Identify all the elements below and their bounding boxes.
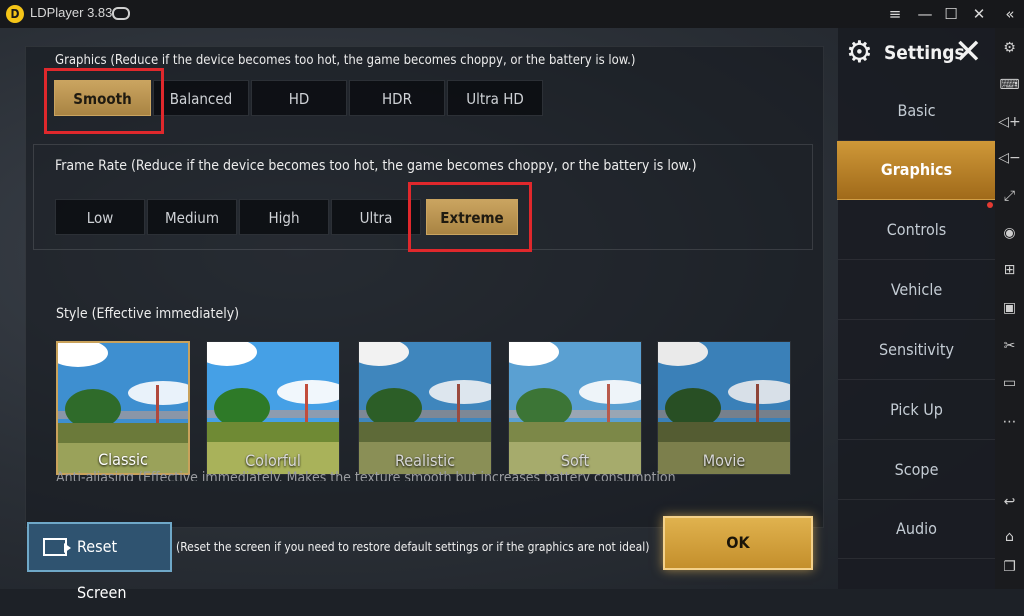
settings-sidebar: ⚙ Settings ✕ Basic Graphics Controls Veh… bbox=[837, 28, 996, 589]
reset-screen-button[interactable]: Reset Screen bbox=[27, 522, 172, 602]
graphics-option-ultra-hd[interactable]: Ultra HD bbox=[447, 80, 543, 116]
more-icon[interactable]: ⋯ bbox=[995, 410, 1024, 434]
ok-button[interactable]: OK bbox=[663, 516, 813, 570]
anti-aliasing-label: Anti-aliasing (Effective immediately. Ma… bbox=[56, 470, 676, 481]
video-icon[interactable]: ▭ bbox=[995, 371, 1024, 395]
sidebar-item-audio[interactable]: Audio bbox=[838, 500, 995, 559]
maximize-button[interactable]: ☐ bbox=[941, 4, 961, 24]
sidebar-item-graphics[interactable]: Graphics bbox=[837, 141, 996, 200]
home-icon[interactable]: ⌂ bbox=[995, 525, 1024, 549]
reset-screen-icon bbox=[43, 538, 71, 556]
close-button[interactable]: ✕ bbox=[969, 4, 989, 24]
frame-rate-option-low[interactable]: Low bbox=[55, 199, 145, 235]
minimize-button[interactable]: — bbox=[915, 4, 935, 24]
title-bar: D LDPlayer 3.83 ≡ — ☐ ✕ « bbox=[0, 0, 1024, 28]
graphics-option-hdr[interactable]: HDR bbox=[349, 80, 445, 116]
gamepad-icon[interactable] bbox=[112, 7, 130, 20]
frame-rate-option-medium[interactable]: Medium bbox=[147, 199, 237, 235]
close-settings-icon[interactable]: ✕ bbox=[954, 34, 983, 70]
volume-up-icon[interactable]: ◁+ bbox=[995, 110, 1024, 134]
highlight-box-frame-rate bbox=[408, 182, 532, 252]
emulator-toolbar: ⚙ ⌨ ◁+ ◁− ⤢ ◉ ⊞ ▣ ✂ ▭ ⋯ ↩ ⌂ ❐ bbox=[995, 28, 1024, 589]
apk-icon[interactable]: ▣ bbox=[995, 296, 1024, 320]
sidebar-item-sensitivity[interactable]: Sensitivity bbox=[838, 321, 995, 380]
reset-screen-note: (Reset the screen if you need to restore… bbox=[176, 540, 650, 554]
ldplayer-logo-icon: D bbox=[6, 5, 24, 23]
keyboard-icon[interactable]: ⌨ bbox=[995, 73, 1024, 97]
frame-rate-label: Frame Rate (Reduce if the device becomes… bbox=[55, 158, 697, 174]
graphics-label: Graphics (Reduce if the device becomes t… bbox=[55, 53, 636, 68]
app-title: LDPlayer 3.83 bbox=[30, 5, 113, 20]
style-option-soft[interactable]: Soft bbox=[508, 341, 642, 475]
settings-header: ⚙ Settings ✕ bbox=[838, 28, 995, 78]
gear-icon[interactable]: ⚙ bbox=[995, 36, 1024, 60]
recent-apps-icon[interactable]: ❐ bbox=[995, 555, 1024, 579]
style-option-realistic[interactable]: Realistic bbox=[358, 341, 492, 475]
sidebar-item-scope[interactable]: Scope bbox=[838, 441, 995, 500]
graphics-option-balanced[interactable]: Balanced bbox=[153, 80, 249, 116]
collapse-toolbar-button[interactable]: « bbox=[1000, 4, 1020, 24]
sidebar-item-controls[interactable]: Controls bbox=[838, 201, 995, 260]
add-app-icon[interactable]: ⊞ bbox=[995, 258, 1024, 282]
menu-button[interactable]: ≡ bbox=[885, 4, 905, 24]
sidebar-item-basic[interactable]: Basic bbox=[838, 82, 995, 141]
style-label: Style (Effective immediately) bbox=[56, 306, 240, 322]
style-label-realistic: Realistic bbox=[394, 451, 455, 470]
frame-rate-option-high[interactable]: High bbox=[239, 199, 329, 235]
fullscreen-icon[interactable]: ⤢ bbox=[995, 184, 1024, 208]
notification-dot bbox=[987, 202, 993, 208]
style-label-soft: Soft bbox=[560, 451, 590, 470]
scissors-icon[interactable]: ✂ bbox=[995, 334, 1024, 358]
highlight-box-graphics bbox=[44, 68, 164, 134]
style-option-colorful[interactable]: Colorful bbox=[206, 341, 340, 475]
gear-icon: ⚙ bbox=[846, 35, 873, 70]
style-option-movie[interactable]: Movie bbox=[657, 341, 791, 475]
sidebar-item-pick-up[interactable]: Pick Up bbox=[838, 381, 995, 440]
style-option-classic[interactable]: Classic bbox=[56, 341, 190, 475]
style-label-colorful: Colorful bbox=[245, 451, 301, 470]
reset-screen-label: Reset Screen bbox=[77, 537, 127, 602]
record-icon[interactable]: ◉ bbox=[995, 221, 1024, 245]
graphics-option-hd[interactable]: HD bbox=[251, 80, 347, 116]
style-label-movie: Movie bbox=[702, 451, 746, 470]
settings-title: Settings bbox=[884, 42, 965, 64]
back-icon[interactable]: ↩ bbox=[995, 490, 1024, 514]
sidebar-item-vehicle[interactable]: Vehicle bbox=[838, 261, 995, 320]
style-label-classic: Classic bbox=[98, 450, 148, 469]
volume-down-icon[interactable]: ◁− bbox=[995, 146, 1024, 170]
